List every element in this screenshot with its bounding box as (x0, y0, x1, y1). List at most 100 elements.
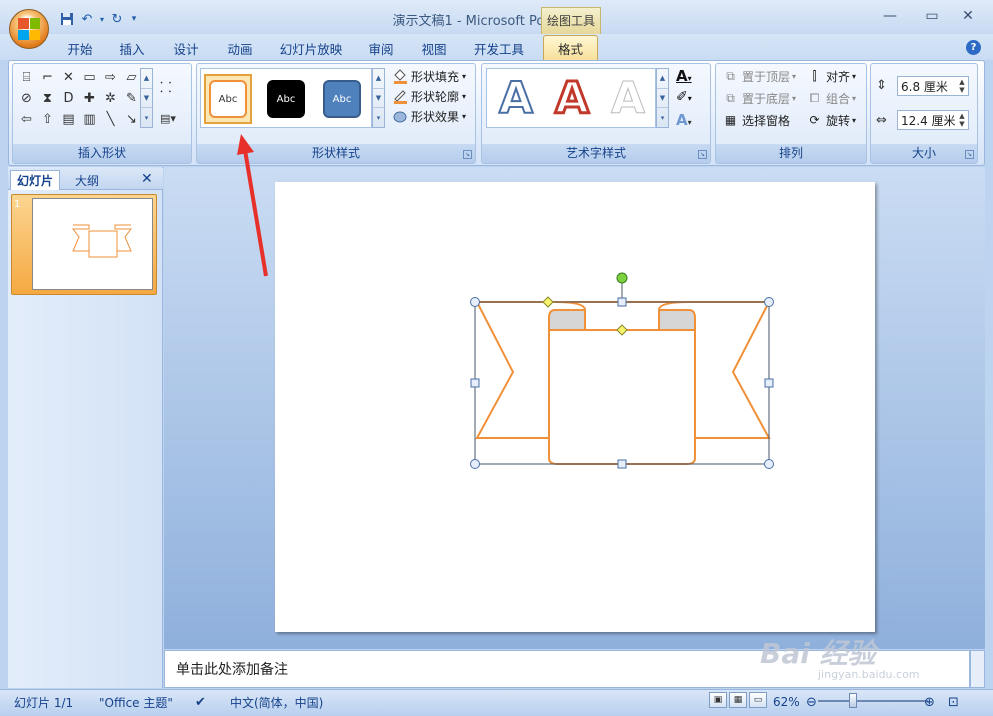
shapes-scrollbar[interactable]: ▲ ▼ ▾ (140, 68, 153, 128)
dialog-launcher-icon[interactable]: ↘ (463, 150, 472, 159)
gear-shape-icon[interactable]: ✲ (100, 89, 121, 108)
send-back-icon: ⧉ (726, 90, 735, 105)
ribbon-shape[interactable] (275, 182, 875, 632)
shape-effects-label: 形状效果 (411, 109, 460, 124)
left-arrow-shape-icon[interactable]: ⇦ (16, 110, 37, 129)
style-swatch-orange-outline[interactable]: Abc (204, 74, 252, 124)
office-button[interactable] (9, 9, 49, 49)
edit-shape-icon[interactable]: ⸬ (160, 78, 186, 98)
wordart-style-blue-outline[interactable]: A (491, 72, 541, 125)
slide-canvas[interactable] (275, 182, 875, 632)
fit-to-window-icon[interactable]: ⊡ (948, 692, 959, 712)
text-outline-icon[interactable]: ✐▾ (676, 89, 706, 109)
theme-name[interactable]: "Office 主题" (99, 692, 173, 712)
zoom-slider[interactable] (818, 700, 928, 702)
parallelogram-shape-icon[interactable]: ▱ (121, 68, 142, 87)
height-spinner[interactable]: ▲ ▼ (956, 78, 968, 94)
effects-icon (391, 108, 408, 124)
tab-review[interactable]: 审阅 (359, 37, 403, 59)
bring-to-front-button[interactable]: ⧉ 置于顶层 ▾ (722, 66, 796, 86)
up-arrow-shape-icon[interactable]: ⇧ (37, 110, 58, 129)
zoom-level[interactable]: 62% (773, 692, 800, 712)
tab-outline[interactable]: 大纲 (62, 170, 112, 190)
delay-shape-icon[interactable]: D (58, 89, 79, 108)
close-icon[interactable]: ✕ (954, 6, 982, 26)
text-effects-icon[interactable]: A▾ (676, 111, 706, 131)
shape-outline-label: 形状轮廓 (411, 89, 460, 104)
slideshow-view-icon[interactable]: ▭ (749, 692, 767, 708)
shape-fill-button[interactable]: 形状填充 ▾ (391, 66, 466, 86)
slide-thumbnail[interactable] (32, 198, 153, 290)
tab-developer[interactable]: 开发工具 (467, 37, 531, 59)
wordart-scrollbar[interactable]: ▲ ▼ ▾ (656, 68, 669, 128)
group-label: 排列 (716, 144, 866, 163)
no-symbol-shape-icon[interactable]: ⊘ (16, 89, 37, 108)
spellcheck-icon[interactable]: ✔ (195, 692, 206, 712)
width-spinner[interactable]: ▲ ▼ (956, 112, 968, 128)
language[interactable]: 中文(简体，中国) (230, 692, 323, 712)
tab-view[interactable]: 视图 (412, 37, 456, 59)
textbox-dropdown-icon[interactable]: ▤▾ (160, 112, 186, 128)
tab-home[interactable]: 开始 (58, 37, 102, 59)
line-shape-icon[interactable]: ╲ (100, 110, 121, 129)
swatch-text: Abc (209, 80, 247, 118)
callout-shape-icon[interactable]: ▭ (79, 68, 100, 87)
tab-design[interactable]: 设计 (164, 37, 208, 59)
shape-fill-label: 形状填充 (411, 69, 460, 84)
slide-sorter-icon[interactable]: ▦ (729, 692, 747, 708)
dialog-launcher-icon[interactable]: ↘ (965, 150, 974, 159)
help-icon[interactable]: ? (966, 40, 981, 55)
notes-scrollbar[interactable] (970, 650, 985, 688)
swatch-text: Abc (267, 80, 305, 118)
send-to-back-button[interactable]: ⧉ 置于底层 ▾ (722, 88, 796, 108)
style-gallery-scrollbar[interactable]: ▲ ▼ ▾ (372, 68, 385, 128)
align-label: 对齐 (826, 69, 851, 84)
zoom-slider-thumb[interactable] (849, 693, 857, 708)
shape-effects-button[interactable]: 形状效果 ▾ (391, 106, 466, 126)
selection-pane-label: 选择窗格 (742, 113, 791, 128)
tab-slideshow[interactable]: 幻灯片放映 (273, 37, 349, 59)
bring-front-label: 置于顶层 (742, 69, 791, 84)
wordart-style-white[interactable]: A (603, 72, 653, 124)
style-swatch-black[interactable]: Abc (262, 74, 310, 124)
plus-shape-icon[interactable]: ✚ (79, 89, 100, 108)
group-label: 插入形状 (13, 144, 191, 163)
elbow-connector-shape-icon[interactable]: ⌐ (37, 68, 58, 87)
office-logo-icon (18, 18, 40, 40)
maximize-icon[interactable]: ▭ (918, 6, 946, 26)
tab-animations[interactable]: 动画 (218, 37, 262, 59)
vertical-textbox-shape-icon[interactable]: ▥ (79, 110, 100, 129)
normal-view-icon[interactable]: ▣ (709, 692, 727, 708)
tab-slides[interactable]: 幻灯片 (10, 170, 60, 190)
textbox-shape-icon[interactable]: ⌸ (16, 68, 37, 87)
annotation-arrow (237, 134, 268, 277)
shape-outline-button[interactable]: 形状轮廓 ▾ (391, 86, 466, 106)
cross-shape-icon[interactable]: ✕ (58, 68, 79, 87)
dialog-launcher-icon[interactable]: ↘ (698, 150, 707, 159)
send-back-label: 置于底层 (742, 91, 791, 106)
style-swatch-blue[interactable]: Abc (318, 74, 366, 124)
shapes-gallery: ⌸ ⌐ ✕ ▭ ⇨ ▱ ⊘ ⧗ D ✚ ✲ ✎ ⇦ ⇧ ▤ ▥ ╲ ↘ (16, 68, 144, 129)
height-input[interactable]: 6.8 厘米 ▲ ▼ (897, 76, 969, 96)
selection-pane-button[interactable]: ▦ 选择窗格 (722, 110, 796, 130)
arrow-line-shape-icon[interactable]: ↘ (121, 110, 142, 129)
minimize-icon[interactable]: — (876, 6, 904, 26)
tab-insert[interactable]: 插入 (110, 37, 154, 59)
rotate-button[interactable]: ⟳ 旋转 ▾ (806, 110, 856, 130)
pen-shape-icon[interactable]: ✎ (121, 89, 142, 108)
close-panel-icon[interactable]: ✕ (141, 171, 157, 187)
width-icon: ⇔ (876, 113, 887, 128)
zoom-in-icon[interactable]: ⊕ (924, 692, 935, 712)
zoom-out-icon[interactable]: ⊖ (806, 692, 817, 712)
width-input[interactable]: 12.4 厘米 ▲ ▼ (897, 110, 969, 130)
group-button[interactable]: ⧠ 组合 ▾ (806, 88, 856, 108)
text-fill-icon[interactable]: A▾ (676, 67, 706, 87)
hourglass-shape-icon[interactable]: ⧗ (37, 89, 58, 108)
tab-format[interactable]: 格式 (543, 35, 598, 61)
right-arrow-shape-icon[interactable]: ⇨ (100, 68, 121, 87)
wordart-style-red-outline[interactable]: A (547, 71, 597, 125)
shape-format-buttons: 形状填充 ▾ 形状轮廓 ▾ 形状效果 ▾ (391, 66, 466, 126)
slide-counter: 幻灯片 1/1 (14, 695, 74, 710)
align-button[interactable]: ⫿ 对齐 ▾ (806, 66, 856, 86)
textbox-a-shape-icon[interactable]: ▤ (58, 110, 79, 129)
